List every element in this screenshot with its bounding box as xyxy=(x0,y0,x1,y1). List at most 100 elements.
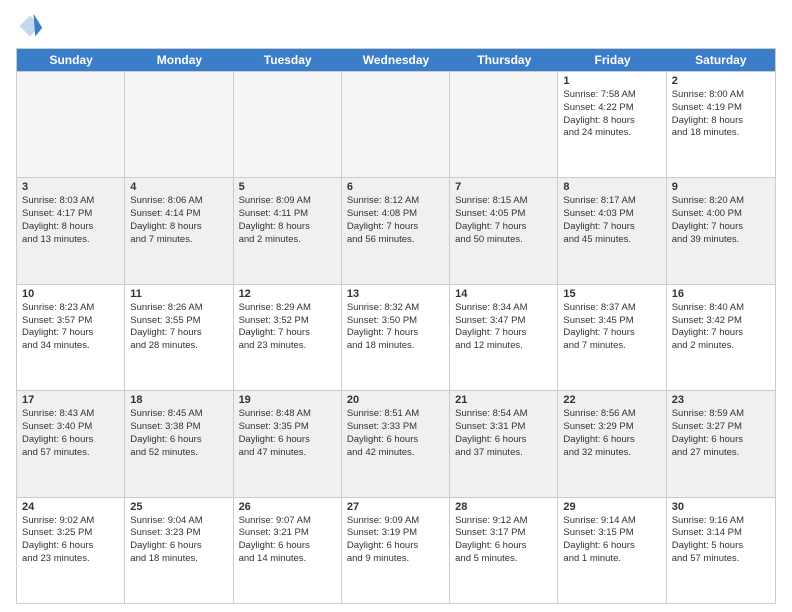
day-info: Sunrise: 9:04 AM Sunset: 3:23 PM Dayligh… xyxy=(130,515,227,566)
logo xyxy=(16,12,48,40)
day-info: Sunrise: 7:58 AM Sunset: 4:22 PM Dayligh… xyxy=(563,89,660,140)
day-info: Sunrise: 8:15 AM Sunset: 4:05 PM Dayligh… xyxy=(455,195,552,246)
calendar-cell: 4 Sunrise: 8:06 AM Sunset: 4:14 PM Daylig… xyxy=(125,178,233,283)
calendar-cell: 15 Sunrise: 8:37 AM Sunset: 3:45 PM Dayli… xyxy=(558,285,666,390)
day-number: 26 xyxy=(239,501,336,513)
calendar-cell: 2 Sunrise: 8:00 AM Sunset: 4:19 PM Daylig… xyxy=(667,72,775,177)
calendar-cell: 30 Sunrise: 9:16 AM Sunset: 3:14 PM Dayli… xyxy=(667,498,775,603)
logo-icon xyxy=(16,12,44,40)
day-number: 17 xyxy=(22,394,119,406)
day-number: 10 xyxy=(22,288,119,300)
calendar-row-0: 1 Sunrise: 7:58 AM Sunset: 4:22 PM Daylig… xyxy=(17,71,775,177)
calendar-cell: 13 Sunrise: 8:32 AM Sunset: 3:50 PM Dayli… xyxy=(342,285,450,390)
calendar-cell: 24 Sunrise: 9:02 AM Sunset: 3:25 PM Dayli… xyxy=(17,498,125,603)
day-info: Sunrise: 8:17 AM Sunset: 4:03 PM Dayligh… xyxy=(563,195,660,246)
day-info: Sunrise: 8:26 AM Sunset: 3:55 PM Dayligh… xyxy=(130,302,227,353)
day-number: 27 xyxy=(347,501,444,513)
calendar-cell xyxy=(234,72,342,177)
calendar: SundayMondayTuesdayWednesdayThursdayFrid… xyxy=(16,48,776,604)
day-info: Sunrise: 8:03 AM Sunset: 4:17 PM Dayligh… xyxy=(22,195,119,246)
day-number: 20 xyxy=(347,394,444,406)
calendar-cell: 11 Sunrise: 8:26 AM Sunset: 3:55 PM Dayli… xyxy=(125,285,233,390)
calendar-header: SundayMondayTuesdayWednesdayThursdayFrid… xyxy=(17,49,775,71)
calendar-row-4: 24 Sunrise: 9:02 AM Sunset: 3:25 PM Dayli… xyxy=(17,497,775,603)
calendar-cell: 5 Sunrise: 8:09 AM Sunset: 4:11 PM Daylig… xyxy=(234,178,342,283)
header-day-wednesday: Wednesday xyxy=(342,49,450,71)
day-number: 14 xyxy=(455,288,552,300)
calendar-cell xyxy=(450,72,558,177)
calendar-cell xyxy=(342,72,450,177)
day-number: 2 xyxy=(672,75,770,87)
day-number: 24 xyxy=(22,501,119,513)
day-number: 11 xyxy=(130,288,227,300)
calendar-cell: 6Sunrise: 8:12 AM Sunset: 4:08 PM Daylig… xyxy=(342,178,450,283)
day-number: 15 xyxy=(563,288,660,300)
day-number: 9 xyxy=(672,181,770,193)
day-info: Sunrise: 8:40 AM Sunset: 3:42 PM Dayligh… xyxy=(672,302,770,353)
day-info: Sunrise: 8:45 AM Sunset: 3:38 PM Dayligh… xyxy=(130,408,227,459)
day-info: Sunrise: 8:23 AM Sunset: 3:57 PM Dayligh… xyxy=(22,302,119,353)
day-number: 4 xyxy=(130,181,227,193)
day-info: Sunrise: 8:51 AM Sunset: 3:33 PM Dayligh… xyxy=(347,408,444,459)
day-number: 18 xyxy=(130,394,227,406)
calendar-cell: 26 Sunrise: 9:07 AM Sunset: 3:21 PM Dayli… xyxy=(234,498,342,603)
day-number: 25 xyxy=(130,501,227,513)
day-info: Sunrise: 9:07 AM Sunset: 3:21 PM Dayligh… xyxy=(239,515,336,566)
day-number: 7 xyxy=(455,181,552,193)
day-number: 29 xyxy=(563,501,660,513)
calendar-row-1: 3 Sunrise: 8:03 AM Sunset: 4:17 PM Daylig… xyxy=(17,177,775,283)
calendar-cell xyxy=(125,72,233,177)
day-number: 3 xyxy=(22,181,119,193)
calendar-cell: 21Sunrise: 8:54 AM Sunset: 3:31 PM Dayli… xyxy=(450,391,558,496)
calendar-cell: 8 Sunrise: 8:17 AM Sunset: 4:03 PM Daylig… xyxy=(558,178,666,283)
day-info: Sunrise: 8:32 AM Sunset: 3:50 PM Dayligh… xyxy=(347,302,444,353)
header-day-friday: Friday xyxy=(558,49,666,71)
calendar-cell: 27 Sunrise: 9:09 AM Sunset: 3:19 PM Dayli… xyxy=(342,498,450,603)
day-info: Sunrise: 8:56 AM Sunset: 3:29 PM Dayligh… xyxy=(563,408,660,459)
day-info: Sunrise: 9:02 AM Sunset: 3:25 PM Dayligh… xyxy=(22,515,119,566)
calendar-cell: 25 Sunrise: 9:04 AM Sunset: 3:23 PM Dayli… xyxy=(125,498,233,603)
calendar-cell: 29 Sunrise: 9:14 AM Sunset: 3:15 PM Dayli… xyxy=(558,498,666,603)
day-info: Sunrise: 8:20 AM Sunset: 4:00 PM Dayligh… xyxy=(672,195,770,246)
calendar-cell: 1 Sunrise: 7:58 AM Sunset: 4:22 PM Daylig… xyxy=(558,72,666,177)
day-info: Sunrise: 8:34 AM Sunset: 3:47 PM Dayligh… xyxy=(455,302,552,353)
day-number: 28 xyxy=(455,501,552,513)
calendar-cell: 20 Sunrise: 8:51 AM Sunset: 3:33 PM Dayli… xyxy=(342,391,450,496)
calendar-cell: 7 Sunrise: 8:15 AM Sunset: 4:05 PM Daylig… xyxy=(450,178,558,283)
day-info: Sunrise: 8:06 AM Sunset: 4:14 PM Dayligh… xyxy=(130,195,227,246)
header-day-saturday: Saturday xyxy=(667,49,775,71)
day-info: Sunrise: 8:00 AM Sunset: 4:19 PM Dayligh… xyxy=(672,89,770,140)
calendar-cell: 10 Sunrise: 8:23 AM Sunset: 3:57 PM Dayli… xyxy=(17,285,125,390)
day-info: Sunrise: 9:14 AM Sunset: 3:15 PM Dayligh… xyxy=(563,515,660,566)
calendar-body: 1 Sunrise: 7:58 AM Sunset: 4:22 PM Daylig… xyxy=(17,71,775,603)
calendar-cell xyxy=(17,72,125,177)
day-info: Sunrise: 9:09 AM Sunset: 3:19 PM Dayligh… xyxy=(347,515,444,566)
calendar-cell: 9 Sunrise: 8:20 AM Sunset: 4:00 PM Daylig… xyxy=(667,178,775,283)
day-number: 13 xyxy=(347,288,444,300)
day-number: 8 xyxy=(563,181,660,193)
day-info: Sunrise: 8:09 AM Sunset: 4:11 PM Dayligh… xyxy=(239,195,336,246)
day-info: Sunrise: 8:12 AM Sunset: 4:08 PM Dayligh… xyxy=(347,195,444,246)
calendar-cell: 18 Sunrise: 8:45 AM Sunset: 3:38 PM Dayli… xyxy=(125,391,233,496)
day-number: 22 xyxy=(563,394,660,406)
calendar-cell: 19Sunrise: 8:48 AM Sunset: 3:35 PM Dayli… xyxy=(234,391,342,496)
day-number: 19 xyxy=(239,394,336,406)
day-number: 16 xyxy=(672,288,770,300)
day-number: 21 xyxy=(455,394,552,406)
calendar-cell: 17 Sunrise: 8:43 AM Sunset: 3:40 PM Dayli… xyxy=(17,391,125,496)
day-number: 1 xyxy=(563,75,660,87)
calendar-cell: 23Sunrise: 8:59 AM Sunset: 3:27 PM Dayli… xyxy=(667,391,775,496)
calendar-row-3: 17 Sunrise: 8:43 AM Sunset: 3:40 PM Dayli… xyxy=(17,390,775,496)
header-day-tuesday: Tuesday xyxy=(234,49,342,71)
day-number: 30 xyxy=(672,501,770,513)
calendar-cell: 16 Sunrise: 8:40 AM Sunset: 3:42 PM Dayli… xyxy=(667,285,775,390)
day-info: Sunrise: 9:16 AM Sunset: 3:14 PM Dayligh… xyxy=(672,515,770,566)
day-info: Sunrise: 8:37 AM Sunset: 3:45 PM Dayligh… xyxy=(563,302,660,353)
calendar-cell: 28Sunrise: 9:12 AM Sunset: 3:17 PM Dayli… xyxy=(450,498,558,603)
calendar-row-2: 10 Sunrise: 8:23 AM Sunset: 3:57 PM Dayli… xyxy=(17,284,775,390)
day-number: 5 xyxy=(239,181,336,193)
header-day-thursday: Thursday xyxy=(450,49,558,71)
day-info: Sunrise: 8:29 AM Sunset: 3:52 PM Dayligh… xyxy=(239,302,336,353)
day-info: Sunrise: 8:43 AM Sunset: 3:40 PM Dayligh… xyxy=(22,408,119,459)
calendar-cell: 14 Sunrise: 8:34 AM Sunset: 3:47 PM Dayli… xyxy=(450,285,558,390)
